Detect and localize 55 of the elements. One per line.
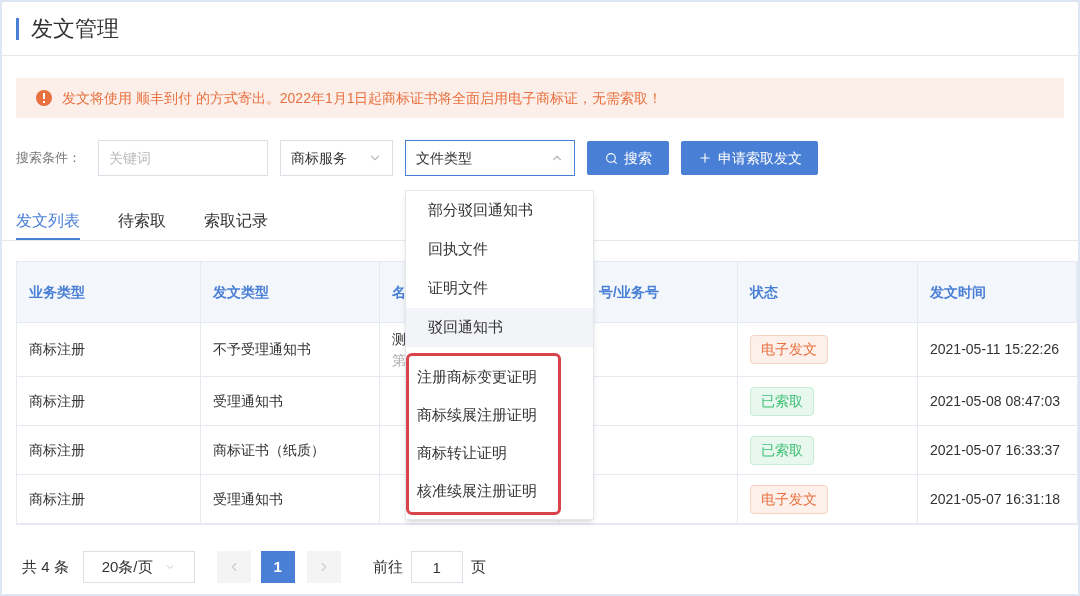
warning-icon [36,90,52,106]
tab[interactable]: 索取记录 [204,204,268,240]
table-cell-text: 2021-05-07 16:31:18 [930,489,1060,509]
column-header: 状态 [750,282,778,302]
column-header: 发文类型 [213,282,269,302]
type-select[interactable]: 文件类型 [405,140,575,176]
table-cell-text: 商标注册 [29,340,86,359]
dropdown-option[interactable]: 驳回通知书 [406,308,593,347]
table-cell-text: 2021-05-08 08:47:03 [930,391,1060,411]
status-tag: 已索取 [750,386,814,416]
dropdown-option[interactable]: 商标续展注册证明 [409,396,558,434]
tab[interactable]: 待索取 [118,204,166,240]
table-cell-text: 2021-05-07 16:33:37 [930,440,1060,460]
table-cell-text: 商标注册 [29,440,86,460]
page-title: 发文管理 [31,15,119,43]
next-page-button[interactable] [306,551,341,583]
goto-suffix: 页 [470,556,486,577]
page-size-select[interactable]: 20条/页 [82,551,195,583]
dropdown-option[interactable]: 注册商标变更证明 [409,358,558,396]
dropdown-option[interactable]: 证明文件 [406,269,593,308]
page-button[interactable]: 1 [260,551,295,583]
table-cell-text: 商标注册 [29,391,86,411]
dropdown-option[interactable]: 回执文件 [406,230,593,269]
column-header: 名 [392,282,406,302]
search-icon [604,151,618,165]
status-tag: 已索取 [750,435,814,465]
table-cell-text: 受理通知书 [213,489,284,509]
table-cell-text: 受理通知书 [213,391,284,411]
dropdown-option[interactable]: 核准续展注册证明 [409,472,558,510]
column-header: 业务类型 [29,282,85,302]
keyword-field[interactable]: 关键词 [98,140,268,176]
apply-button[interactable]: 申请索取发文 [681,141,818,175]
column-header: 号/业务号 [599,282,659,302]
table-cell-text: 2021-05-11 15:22:26 [930,340,1059,359]
table-cell-text: 测 [392,329,407,349]
table-cell-text: 不予受理通知书 [213,340,312,359]
status-tag: 电子发文 [750,484,828,514]
service-select[interactable]: 商标服务 [280,140,393,176]
table-cell-text: 商标证书（纸质） [213,440,326,460]
column-header: 发文时间 [930,282,986,302]
dropdown-option[interactable]: 部分驳回通知书 [406,191,593,230]
dropdown-option[interactable]: 商标转让证明 [409,434,558,472]
search-button[interactable]: 搜索 [587,141,669,175]
total-count: 共 4 条 [22,556,69,577]
goto-label: 前往 [372,556,403,577]
prev-page-button[interactable] [216,551,251,583]
plus-icon [697,151,712,165]
search-label: 搜索条件： [16,149,82,168]
goto-page-field[interactable]: 1 [410,551,463,583]
table-cell-text: 商标注册 [29,489,86,509]
alert-text: 发文将使用 顺丰到付 的方式寄出。2022年1月1日起商标证书将全面启用电子商标证，无需索取！ [62,88,663,108]
title-accent [16,17,19,40]
tab[interactable]: 发文列表 [16,204,80,240]
table-cell-text: 第 [392,350,407,370]
status-tag: 电子发文 [750,335,828,364]
